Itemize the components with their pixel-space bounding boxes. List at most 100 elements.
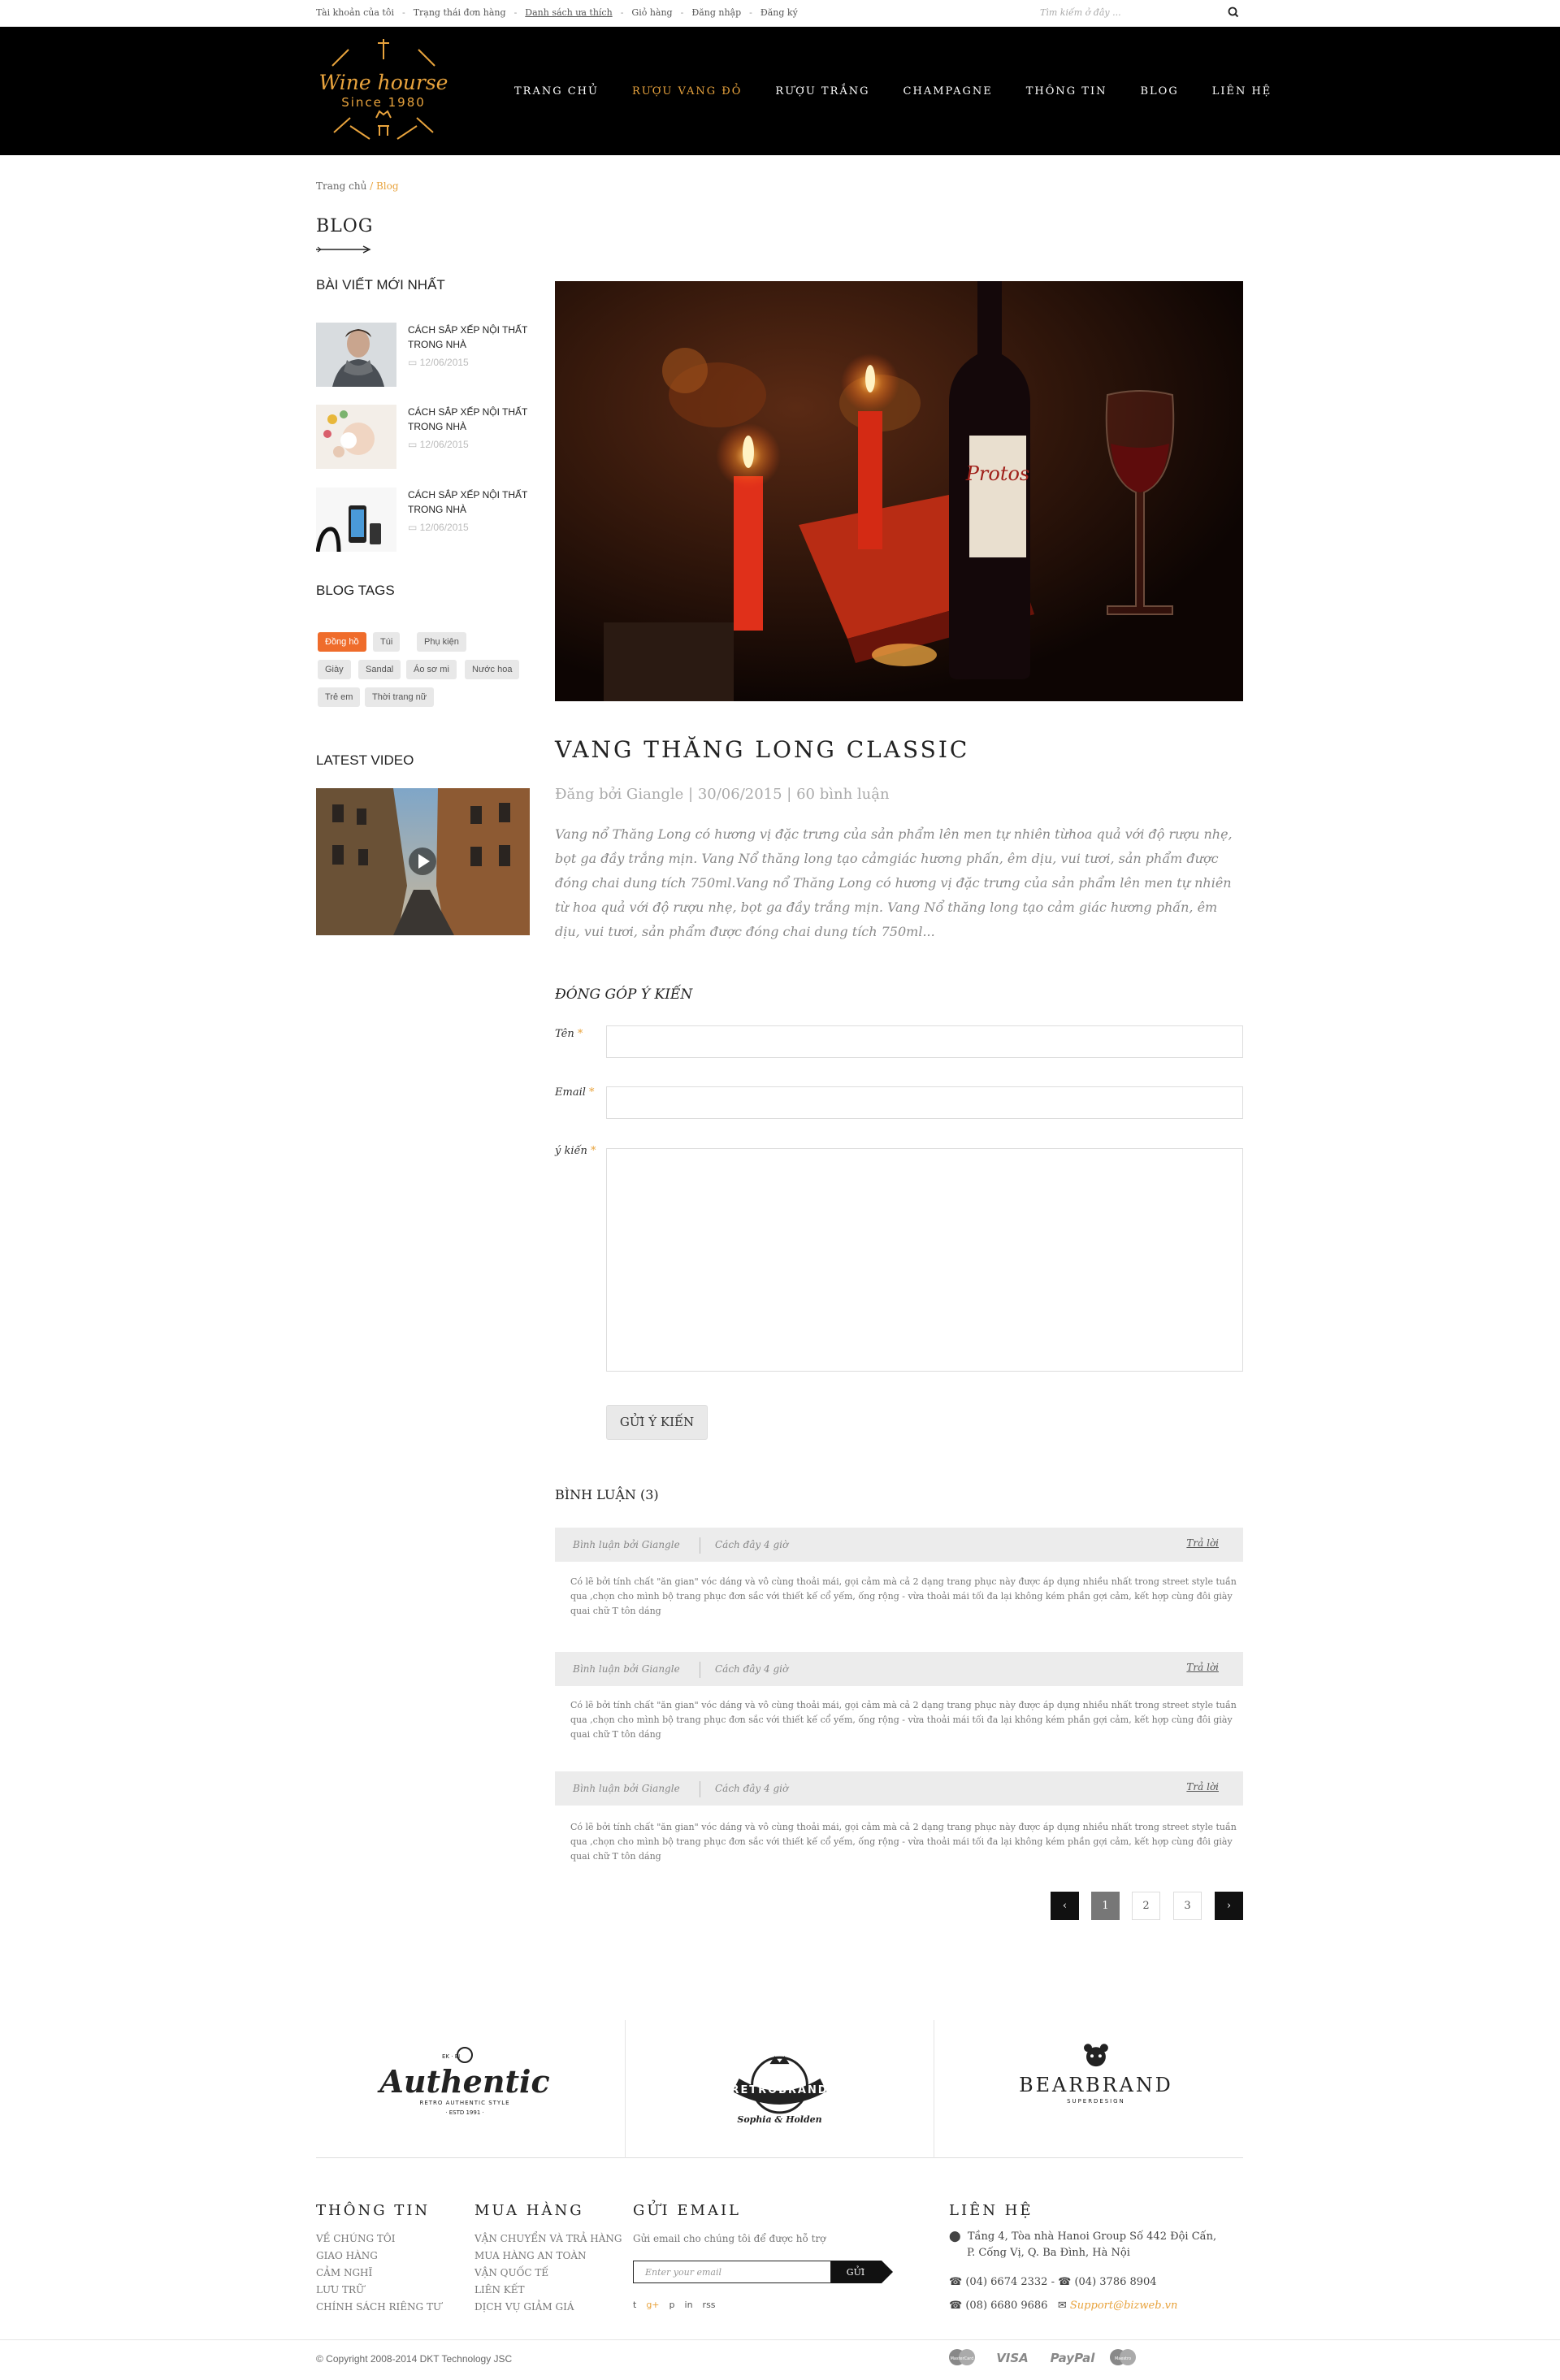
recent-post[interactable]: CÁCH SẮP XẾP NỘI THẤT TRONG NHÀ ▭ 12/06/… bbox=[316, 405, 535, 470]
phone-icon: ☎ bbox=[1058, 2276, 1075, 2288]
link-login[interactable]: Đăng nhập bbox=[691, 7, 741, 18]
bearbrand-logo[interactable]: BEARBRAND SUPERDESIGN bbox=[934, 2020, 1242, 2158]
footer-divider bbox=[0, 2339, 1560, 2340]
footer-link[interactable]: CẢM NGHĨ bbox=[316, 2265, 441, 2282]
nav-info[interactable]: THÔNG TIN bbox=[1026, 85, 1107, 98]
footer-link[interactable]: MUA HÀNG AN TOÀN bbox=[474, 2248, 622, 2265]
comment-time: Cách đây 4 giờ bbox=[715, 1663, 789, 1675]
tag[interactable]: Phụ kiện bbox=[417, 632, 466, 652]
tag[interactable]: Nước hoa bbox=[465, 660, 520, 679]
phone-3[interactable]: (08) 6680 9686 bbox=[965, 2300, 1047, 2312]
footer-link[interactable]: CHÍNH SÁCH RIÊNG TƯ bbox=[316, 2299, 441, 2316]
post-featured-image: Protos bbox=[555, 281, 1243, 701]
footer-link[interactable]: GIAO HÀNG bbox=[316, 2248, 441, 2265]
nav-contact[interactable]: LIÊN HỆ bbox=[1212, 85, 1272, 98]
comment-time: Cách đây 4 giờ bbox=[715, 1539, 789, 1550]
link-order-status[interactable]: Trạng thái đơn hàng bbox=[414, 7, 506, 18]
footer-email: GỬI EMAIL Gửi email cho chúng tôi để đượ… bbox=[633, 2202, 826, 2248]
footer-link[interactable]: DỊCH VỤ GIẢM GIÁ bbox=[474, 2299, 622, 2316]
authentic-logo-sub: RETRO AUTHENTIC STYLE bbox=[419, 2100, 509, 2106]
nav-white-wine[interactable]: RƯỢU TRẮNG bbox=[775, 85, 869, 98]
post-title[interactable]: CÁCH SẮP XẾP NỘI THẤT TRONG NHÀ bbox=[408, 323, 538, 352]
post-thumbnail[interactable] bbox=[316, 488, 396, 552]
name-field[interactable] bbox=[606, 1025, 1243, 1058]
separator: - bbox=[514, 7, 518, 18]
email-label-text: Email bbox=[555, 1086, 586, 1099]
pagination-next-button[interactable]: › bbox=[1215, 1892, 1243, 1920]
footer-link[interactable]: LIÊN KẾT bbox=[474, 2282, 622, 2299]
email-field[interactable] bbox=[606, 1086, 1243, 1119]
post-thumbnail[interactable] bbox=[316, 405, 396, 469]
phone-icon: ☎ bbox=[949, 2300, 966, 2312]
footer-link[interactable]: VẬN CHUYỂN VÀ TRẢ HÀNG bbox=[474, 2230, 622, 2248]
social-links: t g+ p in rss bbox=[633, 2300, 716, 2310]
linkedin-icon[interactable]: in bbox=[685, 2300, 693, 2310]
contact-email[interactable]: Support@bizweb.vn bbox=[1070, 2300, 1178, 2312]
breadcrumb-home[interactable]: Trang chủ bbox=[316, 180, 366, 192]
newsletter-email-input[interactable]: Enter your email bbox=[633, 2261, 831, 2283]
link-cart[interactable]: Giỏ hàng bbox=[631, 7, 672, 18]
tag[interactable]: Túi bbox=[373, 632, 401, 652]
authentic-logo-name: Authentic bbox=[377, 2063, 549, 2100]
pagination-page[interactable]: 1 bbox=[1091, 1892, 1120, 1920]
pinterest-icon[interactable]: p bbox=[670, 2300, 675, 2310]
tag[interactable]: Áo sơ mi bbox=[406, 660, 457, 679]
link-register[interactable]: Đăng ký bbox=[760, 7, 798, 18]
post-date-text: 12/06/2015 bbox=[419, 522, 469, 533]
breadcrumb-current: Blog bbox=[375, 180, 399, 192]
newsletter-submit-button[interactable]: GỬI bbox=[831, 2261, 893, 2283]
link-my-account[interactable]: Tài khoản của tôi bbox=[316, 7, 394, 18]
recent-post[interactable]: CÁCH SẮP XẾP NỘI THẤT TRONG NHÀ ▭ 12/06/… bbox=[316, 488, 535, 553]
post-title[interactable]: CÁCH SẮP XẾP NỘI THẤT TRONG NHÀ bbox=[408, 488, 538, 517]
post-thumbnail[interactable] bbox=[316, 323, 396, 387]
tag[interactable]: Giày bbox=[318, 660, 351, 679]
visa-icon: VISA bbox=[996, 2351, 1029, 2365]
phone-1[interactable]: (04) 6674 2332 bbox=[965, 2276, 1047, 2288]
authentic-logo[interactable]: EK · EI Authentic RETRO AUTHENTIC STYLE … bbox=[316, 2020, 625, 2158]
calendar-icon: ▭ bbox=[408, 522, 420, 533]
twitter-icon[interactable]: t bbox=[633, 2300, 636, 2310]
reply-link[interactable]: Trả lời bbox=[1186, 1537, 1219, 1549]
required-mark: * bbox=[591, 1145, 596, 1157]
bearbrand-logo-sub: SUPERDESIGN bbox=[1067, 2098, 1125, 2105]
wine-house-logo[interactable]: Wine hourse Since 1980 bbox=[316, 35, 451, 149]
authentic-logo-top: EK · EI bbox=[442, 2053, 460, 2060]
svg-text:Maestro: Maestro bbox=[1115, 2356, 1131, 2361]
rss-icon[interactable]: rss bbox=[703, 2300, 716, 2310]
comment-header: Bình luận bởi Giangle Cách đây 4 giờ Trả… bbox=[555, 1771, 1243, 1806]
post-title[interactable]: CÁCH SẮP XẾP NỘI THẤT TRONG NHÀ bbox=[408, 405, 538, 434]
pagination-page[interactable]: 2 bbox=[1132, 1892, 1160, 1920]
link-wishlist[interactable]: Danh sách ưa thích bbox=[525, 7, 612, 18]
comment-author: Bình luận bởi Giangle bbox=[573, 1539, 680, 1550]
search-icon[interactable] bbox=[1227, 6, 1240, 19]
footer-contact-heading: LIÊN HỆ bbox=[949, 2202, 1034, 2219]
blog-tags-heading: BLOG TAGS bbox=[316, 583, 395, 598]
footer-link[interactable]: VẬN QUỐC TẾ bbox=[474, 2265, 622, 2282]
nav-home[interactable]: TRANG CHỦ bbox=[514, 85, 599, 98]
video-player[interactable] bbox=[316, 788, 530, 935]
search-input[interactable]: Tìm kiếm ở đây ... bbox=[1038, 5, 1243, 21]
footer-link[interactable]: LƯU TRỮ bbox=[316, 2282, 441, 2299]
nav-red-wine[interactable]: RƯỢU VANG ĐỎ bbox=[632, 85, 742, 98]
tag[interactable]: Thời trang nữ bbox=[365, 687, 435, 707]
submit-comment-button[interactable]: GỬI Ý KIẾN bbox=[606, 1405, 708, 1440]
pagination-page[interactable]: 3 bbox=[1173, 1892, 1202, 1920]
nav-blog[interactable]: BLOG bbox=[1140, 85, 1178, 98]
phone-2[interactable]: (04) 3786 8904 bbox=[1074, 2276, 1156, 2288]
email-label: Email * bbox=[555, 1086, 595, 1099]
retrobrand-logo[interactable]: RETROBRAND Sophia & Holden bbox=[625, 2020, 934, 2158]
comment-body: Có lẽ bởi tính chất "ăn gian" vóc dáng v… bbox=[570, 1576, 1237, 1616]
comment-textarea[interactable] bbox=[606, 1148, 1243, 1372]
footer-shop-heading: MUA HÀNG bbox=[474, 2202, 584, 2219]
footer-link[interactable]: VỀ CHÚNG TÔI bbox=[316, 2230, 441, 2248]
nav-champagne[interactable]: CHAMPAGNE bbox=[904, 85, 993, 98]
google-plus-icon[interactable]: g+ bbox=[646, 2300, 659, 2310]
pagination-prev-button[interactable]: ‹ bbox=[1051, 1892, 1079, 1920]
recent-post[interactable]: CÁCH SẮP XẾP NỘI THẤT TRONG NHÀ ▭ 12/06/… bbox=[316, 323, 535, 388]
tag[interactable]: Sandal bbox=[358, 660, 401, 679]
tag[interactable]: Đồng hồ bbox=[318, 632, 366, 652]
tag[interactable]: Trẻ em bbox=[318, 687, 361, 707]
comment-form-heading: ĐÓNG GÓP Ý KIẾN bbox=[555, 986, 693, 1003]
reply-link[interactable]: Trả lời bbox=[1186, 1662, 1219, 1673]
reply-link[interactable]: Trả lời bbox=[1186, 1781, 1219, 1793]
